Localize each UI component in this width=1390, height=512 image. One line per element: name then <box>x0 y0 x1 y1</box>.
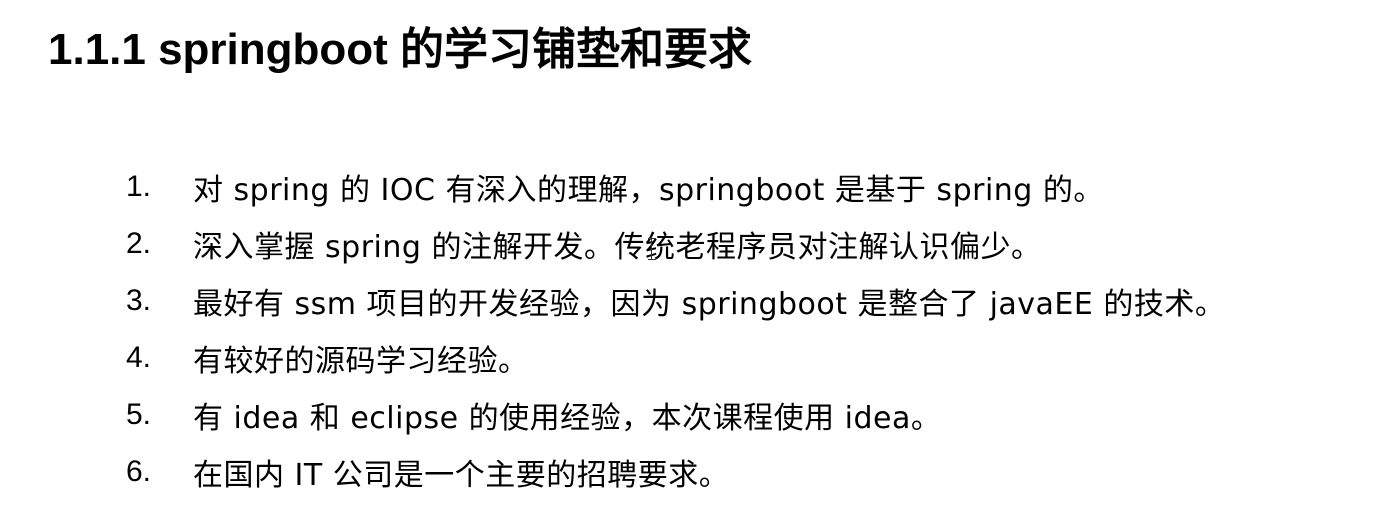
list-item-number: 3. <box>126 283 152 317</box>
section-heading: 1.1.1 springboot 的学习铺垫和要求 <box>48 25 753 74</box>
list-item-text: 对 spring 的 IOC 有深入的理解，springboot 是基于 spr… <box>193 172 1104 208</box>
list-item-text: 有较好的源码学习经验。 <box>193 343 529 379</box>
list-item-number: 2. <box>126 226 152 260</box>
list-item-number: 4. <box>126 340 152 374</box>
text-cursor-icon <box>648 238 656 260</box>
list-item-number: 1. <box>126 169 152 203</box>
list-item-number: 6. <box>126 454 152 488</box>
list-item: 5. 有 idea 和 eclipse 的使用经验，本次课程使用 idea。 <box>126 386 1225 443</box>
list-item: 1. 对 spring 的 IOC 有深入的理解，springboot 是基于 … <box>126 158 1225 215</box>
list-item-text: 在国内 IT 公司是一个主要的招聘要求。 <box>193 457 730 493</box>
list-item: 3. 最好有 ssm 项目的开发经验，因为 springboot 是整合了 ja… <box>126 272 1225 329</box>
list-item: 4. 有较好的源码学习经验。 <box>126 329 1225 386</box>
requirements-list: 1. 对 spring 的 IOC 有深入的理解，springboot 是基于 … <box>126 158 1225 500</box>
list-item: 6. 在国内 IT 公司是一个主要的招聘要求。 <box>126 443 1225 500</box>
list-item-text: 最好有 ssm 项目的开发经验，因为 springboot 是整合了 javaE… <box>193 286 1226 322</box>
list-item-text: 有 idea 和 eclipse 的使用经验，本次课程使用 idea。 <box>193 400 942 436</box>
list-item: 2. 深入掌握 spring 的注解开发。传统老程序员对注解认识偏少。 <box>126 215 1225 272</box>
list-item-number: 5. <box>126 397 152 431</box>
list-item-text: 深入掌握 spring 的注解开发。传统老程序员对注解认识偏少。 <box>193 229 1042 265</box>
